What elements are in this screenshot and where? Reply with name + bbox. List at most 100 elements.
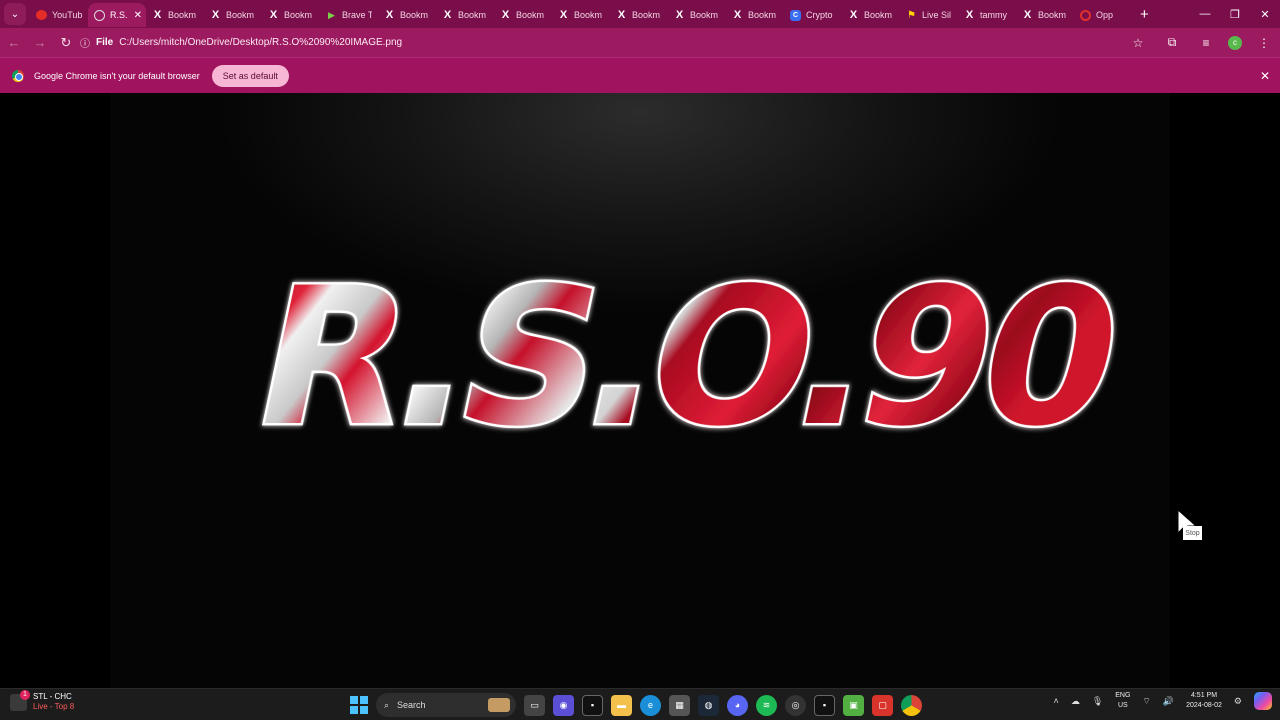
tab-title: Bookm (516, 10, 545, 20)
tab[interactable]: Opp (1074, 3, 1132, 27)
chrome-taskbar-icon[interactable] (901, 694, 922, 716)
address-bar[interactable]: ⓘ File C:/Users/mitch/OneDrive/Desktop/R… (80, 31, 1135, 53)
edge-icon[interactable]: e (640, 694, 661, 716)
microsoft-store-icon[interactable]: ▦ (669, 694, 690, 716)
capcut-icon[interactable]: ▢ (872, 694, 893, 716)
bookmark-star-icon[interactable]: ☆ (1126, 31, 1150, 55)
volume-icon[interactable]: 🔊 (1163, 696, 1174, 707)
chrome-icon (12, 69, 24, 82)
tab[interactable]: C Crypto (784, 3, 842, 27)
widget-subtitle: Live - Top 8 (33, 702, 75, 711)
search-highlight-icon (488, 698, 510, 712)
search-placeholder: Search (397, 700, 426, 710)
extensions-icon[interactable]: ⧉ (1160, 31, 1184, 55)
x-icon: X (965, 9, 974, 21)
discord-icon[interactable]: ◕ (727, 694, 748, 716)
taskbar: 1 STL - CHC Live - Top 8 ⌕ Search ▭ ◉ ▪ … (0, 688, 1280, 720)
settings-gear-icon[interactable]: ⚙ (1234, 696, 1242, 707)
tab-title: Bookm (574, 10, 603, 20)
tab[interactable]: ▶ Brave T (320, 3, 378, 27)
tab[interactable]: ⚑ Live Sil (900, 3, 958, 27)
restore-icon[interactable]: ❐ (1220, 0, 1250, 28)
tab-title: Bookm (168, 10, 197, 20)
close-window-icon[interactable]: ✕ (1250, 0, 1280, 28)
tab[interactable]: X Bookm (146, 3, 204, 27)
chevron-down-icon: ⌄ (10, 8, 20, 20)
x-icon: X (617, 9, 626, 21)
sports-widget[interactable]: 1 STL - CHC Live - Top 8 (10, 689, 75, 712)
x-icon: X (501, 9, 510, 21)
tab[interactable]: X Bookm (552, 3, 610, 27)
tab-title: Bookm (284, 10, 313, 20)
profile-avatar[interactable]: c (1228, 35, 1242, 50)
tab-title: Bookm (1038, 10, 1067, 20)
task-view-icon[interactable]: ▭ (524, 694, 545, 716)
widget-badge: 1 (20, 689, 30, 700)
forward-button[interactable]: → (28, 31, 52, 55)
tab-search-button[interactable]: ⌄ (4, 3, 26, 25)
tab[interactable]: X Bookm (668, 3, 726, 27)
browser-toolbar: ← → ↻ ⓘ File C:/Users/mitch/OneDrive/Des… (0, 28, 1280, 57)
displayed-image: R.S.O.90 (110, 93, 1170, 688)
language-indicator[interactable]: ENG US (1115, 691, 1130, 711)
x-icon: X (269, 9, 278, 21)
window-controls: — ❐ ✕ (1190, 0, 1280, 28)
tab-title: Crypto (806, 10, 833, 20)
youtube-icon (36, 10, 47, 20)
x-icon: X (675, 9, 684, 21)
tab[interactable]: X Bookm (494, 3, 552, 27)
infobar-message: Google Chrome isn't your default browser (34, 70, 200, 81)
x-icon: X (443, 9, 452, 21)
network-status-icon[interactable]: ☁ (1071, 696, 1080, 707)
tab[interactable]: X Bookm (726, 3, 784, 27)
espn-app-icon[interactable]: ▪ (814, 694, 835, 716)
obs-icon[interactable]: ◎ (785, 694, 806, 716)
tab[interactable]: X Bookm (842, 3, 900, 27)
reading-list-icon[interactable]: ≡ (1194, 31, 1218, 55)
tab[interactable]: YouTub (30, 3, 88, 27)
image-viewer: R.S.O.90 (0, 93, 1280, 688)
cursor-tooltip: Stop (1183, 526, 1202, 540)
tab[interactable]: R.S. ✕ (88, 3, 146, 27)
widget-title: STL - CHC (33, 692, 72, 701)
clock[interactable]: 4:51 PM 2024-08-02 (1186, 691, 1222, 711)
x-icon: X (1023, 9, 1032, 21)
info-icon[interactable]: ⓘ (80, 35, 90, 50)
spotify-icon[interactable]: ≋ (756, 694, 777, 716)
tab-title: Opp (1096, 10, 1114, 20)
back-button[interactable]: ← (2, 31, 26, 55)
tab[interactable]: X Bookm (436, 3, 494, 27)
address-url[interactable]: C:/Users/mitch/OneDrive/Desktop/R.S.O%20… (119, 37, 402, 48)
tab[interactable]: Xtammy (958, 3, 1016, 27)
search-icon: ⌕ (384, 699, 390, 710)
tab[interactable]: X Bookm (204, 3, 262, 27)
teams-icon[interactable]: ◉ (553, 694, 574, 716)
x-icon: X (385, 9, 394, 21)
close-icon[interactable]: ✕ (1260, 69, 1270, 83)
steam-icon[interactable]: ◍ (698, 694, 719, 716)
chevron-up-icon[interactable]: ˄ (1054, 696, 1059, 706)
tab[interactable]: X Bookm (378, 3, 436, 27)
menu-icon[interactable]: ⋮ (1252, 31, 1276, 55)
tab[interactable]: X Bookm (610, 3, 668, 27)
tab[interactable]: X Bookm (1016, 3, 1074, 27)
file-explorer-icon[interactable]: ▬ (611, 694, 632, 716)
media-app-icon[interactable]: ▣ (843, 694, 864, 716)
reload-button[interactable]: ↻ (54, 31, 78, 55)
microphone-icon[interactable]: 🎙 (1092, 696, 1103, 707)
taskbar-search[interactable]: ⌕ Search (376, 693, 516, 717)
tab[interactable]: X Bookm (262, 3, 320, 27)
tab-title: Bookm (690, 10, 719, 20)
x-icon: X (559, 9, 568, 21)
espn-tv-icon[interactable]: ▪ (582, 694, 603, 716)
windows-start-icon[interactable] (350, 696, 368, 714)
set-default-button[interactable]: Set as default (211, 64, 289, 87)
minimize-icon[interactable]: — (1190, 0, 1220, 28)
rso90-logo: R.S.O.90 (235, 245, 1133, 471)
tab-title: Bookm (748, 10, 777, 20)
wifi-icon[interactable]: ⌔ (1142, 696, 1150, 707)
tab-close-icon[interactable]: ✕ (134, 10, 142, 21)
new-tab-button[interactable]: + (1140, 6, 1149, 23)
tab-title: Bookm (400, 10, 429, 20)
copilot-icon[interactable] (1254, 692, 1272, 710)
